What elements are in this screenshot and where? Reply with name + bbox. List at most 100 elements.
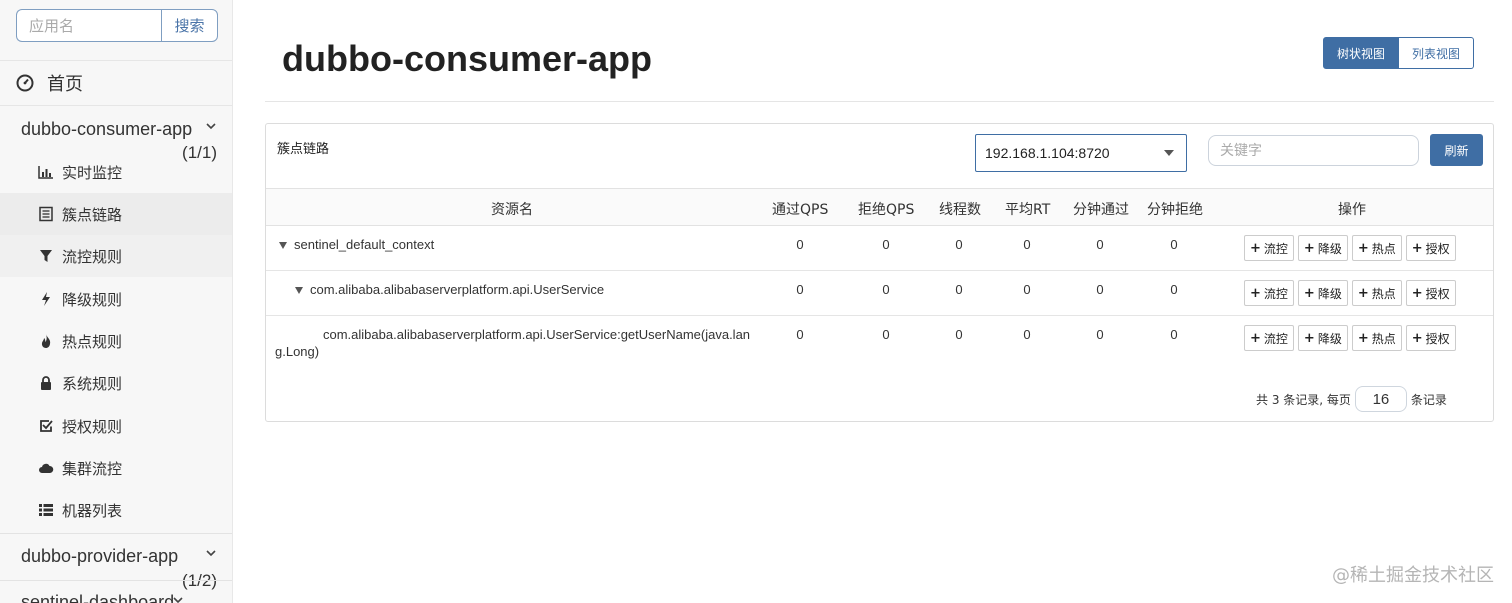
list-icon [39, 206, 53, 222]
op-label: 授权 [1425, 331, 1450, 346]
tree-view-button[interactable]: 树状视图 [1323, 37, 1400, 69]
caret-down-icon [1164, 150, 1174, 156]
resource-name-text: com.alibaba.alibabaserverplatform.api.Us… [310, 282, 605, 297]
add-flow-rule-button[interactable]: + 流控 [1244, 235, 1294, 261]
pagination: 共 3 条记录, 每页 条记录 [1256, 386, 1447, 412]
divider [265, 101, 1494, 102]
chevron-down-icon [173, 597, 183, 603]
sidebar-item-system-rules[interactable]: 系统规则 [0, 362, 232, 404]
add-hot-rule-button[interactable]: + 热点 [1351, 280, 1402, 306]
thread-count: 0 [955, 327, 963, 342]
app-search: 搜索 [16, 9, 218, 42]
row-actions: + 流控 + 降级 + 热点 + 授权 [1244, 325, 1456, 351]
sidebar-item-label: 首页 [47, 74, 83, 95]
add-auth-rule-button[interactable]: + 授权 [1405, 235, 1456, 261]
pass-qps: 0 [796, 237, 804, 252]
avg-rt: 0 [1023, 282, 1031, 297]
app-group-header[interactable]: sentinel-dashboard [0, 581, 232, 603]
minute-pass: 0 [1096, 327, 1104, 342]
app-search-input[interactable] [16, 9, 161, 42]
filter-icon [40, 250, 52, 262]
sidebar-item-hot-rules[interactable]: 热点规则 [0, 320, 232, 362]
resource-name-line-2: g.Long) [275, 344, 320, 359]
resource-panel: 簇点链路 192.168.1.104:8720 刷新 资源名 通过QPS 拒绝Q… [265, 123, 1494, 422]
bar-chart-icon [38, 166, 53, 179]
avg-rt: 0 [1023, 237, 1031, 252]
sidebar-item-cluster-flow[interactable]: 集群流控 [0, 447, 232, 489]
plus-icon: + [1357, 330, 1369, 346]
list-view-button[interactable]: 列表视图 [1399, 37, 1475, 69]
block-qps: 0 [882, 237, 890, 252]
column-header-resource: 资源名 [491, 202, 533, 218]
app-name: dubbo-provider-app [21, 546, 179, 566]
column-header-block-qps: 拒绝QPS [858, 202, 915, 218]
app-group-header[interactable]: dubbo-provider-app (1/2) [0, 534, 232, 590]
op-label: 热点 [1371, 241, 1396, 256]
main-content: dubbo-consumer-app 树状视图 列表视图 簇点链路 192.16… [233, 0, 1512, 603]
sidebar-item-label: 集群流控 [62, 459, 123, 478]
sidebar-item-machine-list[interactable]: 机器列表 [0, 489, 232, 531]
th-list-icon [39, 504, 53, 516]
keyword-search-input[interactable] [1208, 135, 1419, 166]
page-title: dubbo-consumer-app [282, 38, 652, 79]
app-search-button[interactable]: 搜索 [161, 9, 218, 42]
app-name: sentinel-dashboard [21, 592, 175, 603]
op-label: 授权 [1425, 241, 1450, 256]
plus-icon: + [1250, 285, 1261, 301]
plus-icon: + [1357, 240, 1369, 256]
resource-name[interactable]: sentinel_default_context [279, 237, 434, 252]
op-label: 流控 [1263, 286, 1288, 301]
plus-icon: + [1303, 285, 1315, 301]
sidebar-item-label: 机器列表 [62, 501, 123, 520]
add-flow-rule-button[interactable]: + 流控 [1244, 325, 1294, 351]
thread-count: 0 [955, 237, 963, 252]
sidebar-item-home[interactable]: 首页 [0, 60, 232, 106]
sidebar-item-label: 簇点链路 [62, 205, 123, 224]
op-label: 热点 [1371, 286, 1396, 301]
resource-table: 资源名 通过QPS 拒绝QPS 线程数 平均RT 分钟通过 分钟拒绝 操作 se… [266, 188, 1493, 374]
add-auth-rule-button[interactable]: + 授权 [1405, 280, 1456, 306]
sidebar-item-degrade-rules[interactable]: 降级规则 [0, 278, 232, 320]
machine-select[interactable]: 192.168.1.104:8720 [975, 134, 1187, 172]
caret-down-icon[interactable] [295, 287, 303, 295]
view-toggle: 树状视图 列表视图 [1323, 37, 1475, 69]
pager-prefix: 共 3 条记录, 每页 [1256, 392, 1351, 407]
table-header: 资源名 通过QPS 拒绝QPS 线程数 平均RT 分钟通过 分钟拒绝 操作 [266, 188, 1493, 226]
caret-down-icon[interactable] [279, 242, 287, 250]
resource-name[interactable]: com.alibaba.alibabaserverplatform.api.Us… [295, 282, 604, 297]
sidebar-item-realtime-monitor[interactable]: 实时监控 [0, 151, 232, 193]
column-header-avg-rt: 平均RT [1005, 202, 1051, 218]
plus-icon: + [1250, 330, 1261, 346]
add-hot-rule-button[interactable]: + 热点 [1351, 325, 1402, 351]
sidebar-item-label: 实时监控 [62, 163, 123, 182]
pass-qps: 0 [796, 327, 804, 342]
bolt-icon [42, 292, 50, 306]
sidebar-item-auth-rules[interactable]: 授权规则 [0, 405, 232, 447]
sidebar-item-flow-rules[interactable]: 流控规则 [0, 235, 232, 277]
add-degrade-rule-button[interactable]: + 降级 [1297, 325, 1348, 351]
add-degrade-rule-button[interactable]: + 降级 [1297, 280, 1348, 306]
panel-title: 簇点链路 [277, 142, 330, 157]
op-label: 降级 [1317, 241, 1342, 256]
cloud-icon [39, 463, 54, 473]
add-auth-rule-button[interactable]: + 授权 [1405, 325, 1456, 351]
sidebar-item-cluster-point-link[interactable]: 簇点链路 [0, 193, 232, 235]
avg-rt: 0 [1023, 327, 1031, 342]
fire-icon [41, 334, 51, 348]
resource-name-text: sentinel_default_context [294, 237, 435, 252]
minute-pass: 0 [1096, 282, 1104, 297]
add-flow-rule-button[interactable]: + 流控 [1244, 280, 1294, 306]
plus-icon: + [1250, 240, 1261, 256]
sidebar-item-label: 热点规则 [62, 332, 123, 351]
refresh-button[interactable]: 刷新 [1430, 134, 1483, 166]
page-size-input[interactable] [1354, 386, 1407, 412]
add-degrade-rule-button[interactable]: + 降级 [1297, 235, 1348, 261]
table-row: com.alibaba.alibabaserverplatform.api.Us… [266, 316, 1493, 374]
sidebar-item-label: 降级规则 [62, 290, 123, 309]
add-hot-rule-button[interactable]: + 热点 [1351, 235, 1402, 261]
app-name: dubbo-consumer-app [21, 119, 193, 139]
column-header-minute-pass: 分钟通过 [1073, 202, 1129, 218]
table-row: sentinel_default_context 0 0 0 0 0 0 + 流控… [266, 226, 1493, 271]
plus-icon: + [1411, 330, 1423, 346]
column-header-threads: 线程数 [939, 202, 981, 218]
